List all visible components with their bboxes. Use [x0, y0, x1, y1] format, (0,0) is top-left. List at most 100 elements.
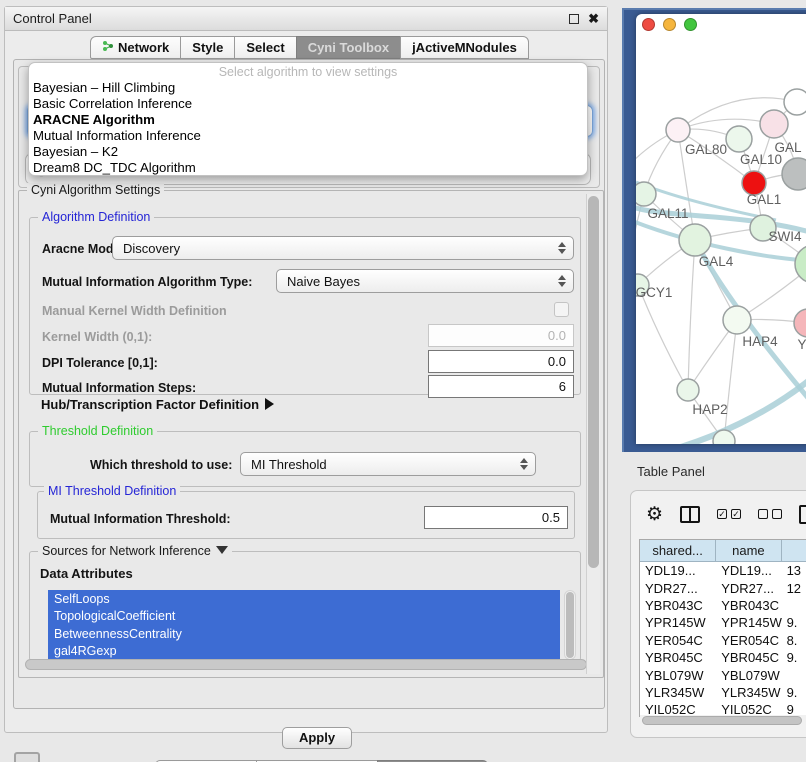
mi-type-combobox[interactable]: Naive Bayes	[276, 269, 574, 293]
column-header-shared...[interactable]: shared...	[640, 540, 716, 562]
network-node-y[interactable]	[794, 309, 806, 337]
table-cell: YDL19...	[716, 562, 781, 579]
table-cell: YER054C	[640, 632, 716, 649]
attribute-item[interactable]: BetweennessCentrality	[48, 625, 560, 643]
column-header-hidden[interactable]	[782, 540, 806, 562]
network-graph-icon	[102, 40, 114, 55]
table-horizontal-scrollbar[interactable]	[640, 715, 806, 727]
table-row[interactable]: YBL079WYBL079W	[640, 666, 806, 683]
network-node-hap4[interactable]	[723, 306, 751, 334]
attribute-item[interactable]: gal4RGexp	[48, 643, 560, 661]
network-edge[interactable]	[638, 285, 688, 390]
close-icon[interactable]: ✖	[588, 14, 599, 24]
gear-icon[interactable]: ⚙	[646, 505, 663, 524]
which-threshold-combobox[interactable]: MI Threshold	[240, 452, 536, 476]
mi-steps-field[interactable]: 6	[428, 375, 574, 398]
network-node-gal80[interactable]	[666, 118, 690, 142]
which-threshold-value: MI Threshold	[251, 457, 327, 472]
algorithm-option[interactable]: Mutual Information Inference	[29, 128, 587, 144]
algorithm-option[interactable]: Dream8 DC_TDC Algorithm	[29, 160, 587, 176]
algorithm-option[interactable]: Basic Correlation Inference	[29, 96, 587, 112]
attribute-item[interactable]: TopologicalCoefficient	[48, 608, 560, 626]
export-table-icon[interactable]	[799, 505, 806, 524]
table-cell: YBR043C	[716, 597, 781, 614]
tab-style[interactable]: Style	[180, 36, 235, 59]
table-cell: 9.	[782, 684, 806, 701]
hub-definition-toggle[interactable]: Hub/Transcription Factor Definition	[41, 397, 274, 412]
tab-jactivemnodules[interactable]: jActiveMNodules	[400, 36, 529, 59]
attribute-item[interactable]: SelfLoops	[48, 590, 560, 608]
network-node-gal11[interactable]	[636, 182, 656, 206]
algorithm-option[interactable]: ARACNE Algorithm	[29, 112, 587, 128]
deselect-all-columns-icon[interactable]	[758, 509, 782, 519]
table-row[interactable]: YER054CYER054C8.	[640, 632, 806, 649]
sources-title-text: Sources for Network Inference	[42, 544, 211, 558]
algorithm-option[interactable]: Bayesian – Hill Climbing	[29, 80, 587, 96]
dpi-tolerance-label: DPI Tolerance [0,1]:	[42, 356, 158, 370]
tab-select[interactable]: Select	[234, 36, 296, 59]
zoom-window-icon[interactable]	[684, 18, 697, 31]
close-window-icon[interactable]	[642, 18, 655, 31]
table-cell	[782, 666, 806, 683]
settings-horizontal-scrollbar[interactable]	[25, 659, 587, 670]
combo-arrows-icon	[558, 275, 566, 287]
apply-button[interactable]: Apply	[282, 727, 352, 749]
aracne-mode-combobox[interactable]: Discovery	[112, 236, 574, 260]
table-cell: YBR045C	[716, 649, 781, 666]
network-node-hap2[interactable]	[677, 379, 699, 401]
manual-kernel-checkbox[interactable]	[554, 302, 569, 317]
table-row[interactable]: YDL19...YDL19...13	[640, 562, 806, 579]
dropdown-prompt: Select algorithm to view settings	[29, 65, 587, 80]
dpi-tolerance-field[interactable]: 0.0	[428, 350, 574, 373]
network-view-window[interactable]: GALGAL80GAL10GAL11GAL1SWI4GAL4GCY1HAP4YH…	[636, 14, 806, 444]
float-window-icon[interactable]	[569, 14, 579, 24]
data-attributes-list: SelfLoopsTopologicalCoefficientBetweenne…	[48, 590, 560, 660]
table-cell: 9.	[782, 649, 806, 666]
column-header-name[interactable]: name	[716, 540, 781, 562]
tab-cyni-toolbox[interactable]: Cyni Toolbox	[296, 36, 401, 59]
network-node-gal[interactable]	[760, 110, 788, 138]
select-all-columns-icon[interactable]: ✓✓	[717, 509, 741, 519]
table-cell: YPR145W	[716, 614, 781, 631]
window-title: Control Panel	[13, 11, 92, 26]
control-panel-titlebar[interactable]: Control Panel ✖	[5, 7, 607, 31]
attributes-scrollbar[interactable]	[564, 590, 576, 660]
mi-threshold-field[interactable]: 0.5	[424, 506, 568, 529]
node-label: SWI4	[768, 229, 801, 244]
algorithm-definition-group: Algorithm Definition Aracne Mode: Discov…	[29, 217, 581, 395]
table-row[interactable]: YBR043CYBR043C	[640, 597, 806, 614]
threshold-definition-group: Threshold Definition Which threshold to …	[29, 431, 581, 487]
mi-type-value: Naive Bayes	[287, 274, 360, 289]
aracne-mode-value: Discovery	[123, 241, 180, 256]
kernel-width-label: Kernel Width (0,1):	[42, 330, 152, 344]
mi-threshold-group: MI Threshold Definition Mutual Informati…	[37, 491, 575, 539]
table-cell: YBR043C	[640, 597, 716, 614]
table-row[interactable]: YLR345WYLR345W9.	[640, 684, 806, 701]
mi-threshold-title: MI Threshold Definition	[44, 484, 180, 498]
kernel-width-field[interactable]: 0.0	[428, 324, 574, 347]
cyni-toolbox-content: galFiltered.sif default node Select algo…	[13, 59, 605, 709]
tab-network[interactable]: Network	[90, 36, 181, 59]
network-node[interactable]	[782, 158, 806, 190]
table-cell: YBL079W	[640, 666, 716, 683]
node-label: GAL11	[647, 206, 688, 221]
sources-title[interactable]: Sources for Network Inference	[38, 544, 232, 558]
settings-vertical-scrollbar[interactable]	[586, 194, 600, 674]
table-cell: YPR145W	[640, 614, 716, 631]
combo-arrows-icon	[520, 458, 528, 470]
which-threshold-label: Which threshold to use:	[90, 458, 232, 472]
network-node[interactable]	[784, 89, 806, 115]
network-node-gal10[interactable]	[726, 126, 752, 152]
network-edge[interactable]	[688, 240, 695, 390]
minimized-panel-icon[interactable]	[14, 752, 40, 762]
algorithm-option[interactable]: Bayesian – K2	[29, 144, 587, 160]
table-row[interactable]: YPR145WYPR145W9.	[640, 614, 806, 631]
table-cell: YLR345W	[716, 684, 781, 701]
table-row[interactable]: YDR27...YDR27...12	[640, 579, 806, 596]
combo-arrows-icon	[558, 242, 566, 254]
application-root: Control Panel ✖ NetworkStyleSelectCyni T…	[0, 0, 806, 762]
columns-icon[interactable]	[680, 506, 700, 523]
network-node-gal4[interactable]	[679, 224, 711, 256]
table-row[interactable]: YBR045CYBR045C9.	[640, 649, 806, 666]
minimize-window-icon[interactable]	[663, 18, 676, 31]
